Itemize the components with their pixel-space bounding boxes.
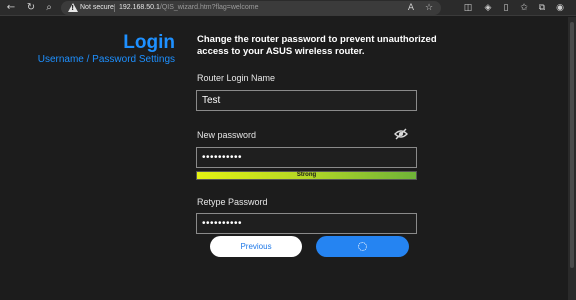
- retype-password-input[interactable]: ••••••••••: [196, 213, 417, 234]
- read-aloud-icon[interactable]: A: [405, 2, 417, 14]
- favorites-icon[interactable]: ✩: [518, 2, 530, 14]
- next-button[interactable]: [316, 236, 409, 257]
- retype-password-label: Retype Password: [197, 197, 268, 207]
- login-name-input[interactable]: Test: [196, 90, 417, 111]
- profile-icon[interactable]: ◉: [554, 2, 566, 14]
- address-bar[interactable]: Not secure 192.168.50.1/QIS_wizard.htm?f…: [61, 1, 441, 15]
- refresh-icon[interactable]: ↻: [25, 2, 37, 14]
- security-label[interactable]: Not secure: [80, 3, 114, 13]
- search-icon[interactable]: ⌕: [43, 2, 55, 14]
- previous-button[interactable]: Previous: [210, 236, 302, 257]
- split-screen-icon[interactable]: ▯: [500, 2, 512, 14]
- page-subtitle: Username / Password Settings: [37, 54, 175, 65]
- warning-icon[interactable]: [68, 3, 78, 12]
- url-host: 192.168.50.1: [119, 4, 160, 11]
- instruction-heading: Change the router password to prevent un…: [197, 34, 437, 57]
- browser-toolbar: ← ↻ ⌕ Not secure 192.168.50.1/QIS_wizard…: [0, 0, 576, 16]
- extension-icon[interactable]: ◫: [462, 2, 474, 14]
- url-text[interactable]: 192.168.50.1/QIS_wizard.htm?flag=welcome: [119, 3, 259, 13]
- back-icon[interactable]: ←: [5, 2, 17, 14]
- favorite-star-icon[interactable]: ☆: [423, 2, 435, 14]
- url-path: /QIS_wizard.htm?flag=welcome: [159, 4, 259, 11]
- new-password-label: New password: [197, 130, 257, 140]
- password-strength-label: Strong: [296, 172, 317, 178]
- copilot-icon[interactable]: ◈: [482, 2, 494, 14]
- new-password-input[interactable]: ••••••••••: [196, 147, 417, 168]
- page-content: Login Username / Password Settings Chang…: [0, 17, 568, 300]
- collections-icon[interactable]: ⧉: [536, 2, 548, 14]
- page-title: Login: [123, 32, 175, 53]
- loading-spinner-icon: [358, 242, 367, 251]
- hide-password-icon[interactable]: [394, 128, 408, 140]
- password-strength-meter: Strong: [196, 171, 417, 180]
- scrollbar-thumb[interactable]: [570, 22, 574, 268]
- login-name-label: Router Login Name: [197, 73, 276, 83]
- address-divider: [114, 4, 115, 12]
